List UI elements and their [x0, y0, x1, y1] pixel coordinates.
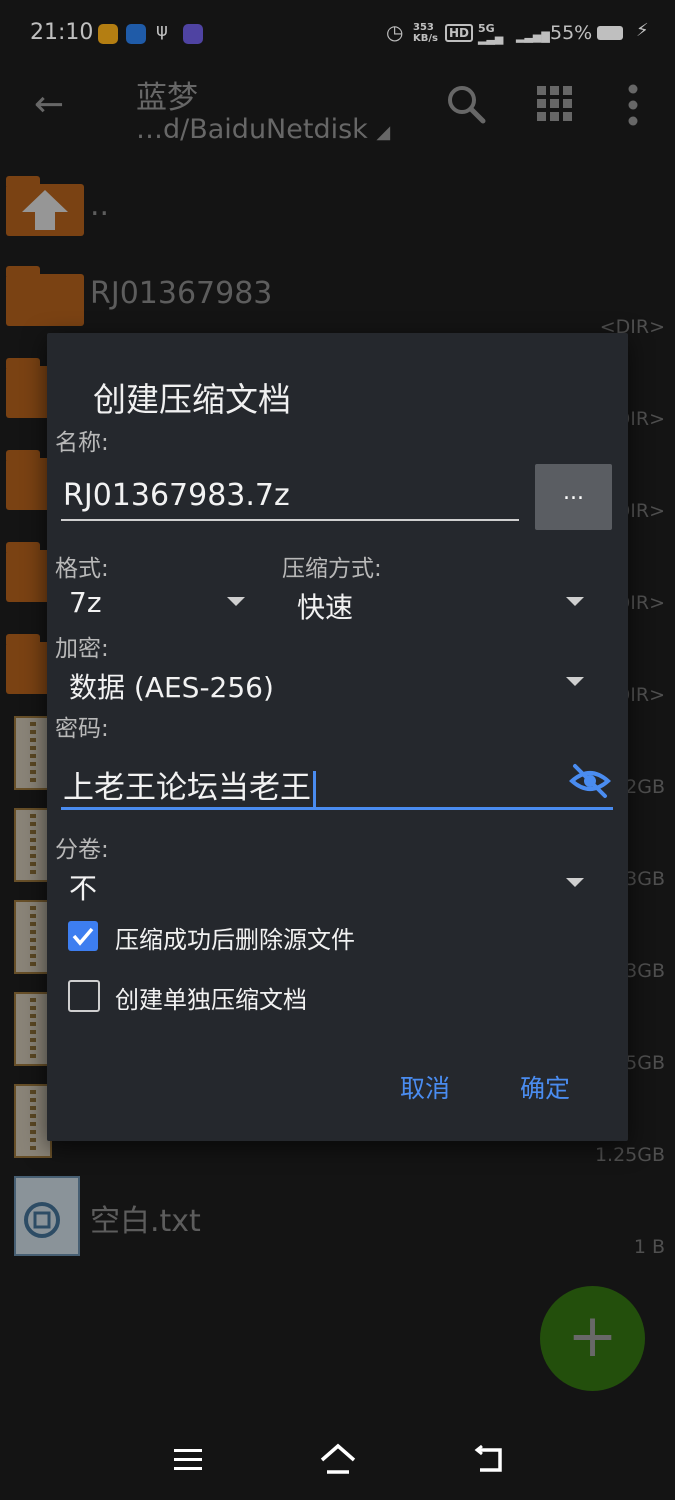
encrypt-select[interactable]: 数据 (AES-256)	[69, 666, 274, 706]
password-label: 密码:	[55, 716, 109, 742]
visibility-off-icon[interactable]	[568, 763, 612, 803]
separate-archive-label[interactable]: 创建单独压缩文档	[115, 980, 307, 1015]
ok-button[interactable]: 确定	[520, 1069, 570, 1105]
system-nav-bar	[0, 1420, 675, 1500]
method-dropdown-icon[interactable]	[566, 597, 584, 606]
text-cursor	[313, 770, 316, 809]
delete-source-checkbox[interactable]	[68, 921, 98, 951]
create-archive-dialog: 创建压缩文档 名称: RJ01367983.7z ... 格式: 7z 压缩方式…	[47, 333, 628, 1141]
cancel-button[interactable]: 取消	[400, 1069, 450, 1105]
split-label: 分卷:	[55, 837, 109, 863]
password-underline	[61, 807, 613, 810]
split-select[interactable]: 不	[69, 867, 97, 907]
password-input[interactable]: 上老王论坛当老王	[63, 762, 316, 809]
dialog-title: 创建压缩文档	[93, 380, 291, 419]
separate-archive-checkbox[interactable]	[68, 980, 100, 1012]
password-text: 上老王论坛当老王	[63, 770, 311, 806]
split-dropdown-icon[interactable]	[566, 878, 584, 887]
name-input[interactable]: RJ01367983.7z	[63, 478, 290, 513]
encrypt-label: 加密:	[55, 636, 109, 662]
format-label: 格式:	[55, 556, 109, 582]
menu-icon[interactable]	[172, 1446, 204, 1478]
browse-button[interactable]: ...	[535, 464, 612, 530]
name-label: 名称:	[55, 430, 109, 456]
format-select[interactable]: 7z	[69, 586, 102, 619]
name-input-underline	[61, 519, 519, 521]
method-select[interactable]: 快速	[297, 586, 353, 626]
method-label: 压缩方式:	[282, 556, 382, 582]
encrypt-dropdown-icon[interactable]	[566, 677, 584, 686]
home-icon[interactable]	[318, 1442, 358, 1480]
delete-source-label[interactable]: 压缩成功后删除源文件	[115, 920, 355, 955]
back-nav-icon[interactable]	[472, 1444, 506, 1478]
format-dropdown-icon[interactable]	[227, 597, 245, 606]
